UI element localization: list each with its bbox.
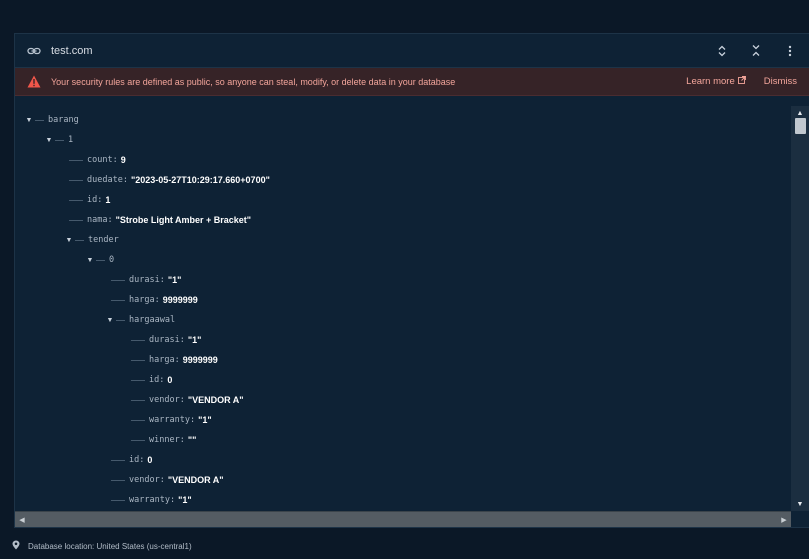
scroll-left-icon[interactable]: ◀ (15, 512, 29, 528)
tree-leaf[interactable]: warranty: "1" (131, 410, 212, 430)
tree-leaf[interactable]: durasi: "1" (111, 270, 181, 290)
tree-leaf[interactable]: nama: "Strobe Light Amber + Bracket" (69, 210, 251, 230)
tree-leaf[interactable]: durasi: "1" (131, 330, 201, 350)
database-panel: test.com Your security rules are defined… (14, 33, 809, 528)
scroll-down-icon[interactable]: ▼ (791, 497, 809, 511)
external-link-icon (737, 76, 746, 87)
collapse-caret-icon[interactable]: ▼ (86, 257, 94, 264)
tree-node[interactable]: ▼ 1 (45, 130, 76, 150)
collapse-caret-icon[interactable]: ▼ (45, 137, 53, 144)
tree-leaf[interactable]: vendor: "VENDOR A" (111, 470, 224, 490)
tree-leaf[interactable]: id: 0 (131, 370, 172, 390)
status-footer: Database location: United States (us-cen… (12, 540, 192, 552)
learn-more-link[interactable]: Learn more (686, 76, 746, 87)
warning-icon (27, 75, 41, 89)
link-icon (27, 44, 41, 58)
tree-node[interactable]: ▼ 0 (86, 250, 117, 270)
security-warning-banner: Your security rules are defined as publi… (15, 68, 809, 96)
scroll-right-icon[interactable]: ▶ (777, 512, 791, 528)
url-bar: test.com (15, 34, 809, 68)
tree-leaf[interactable]: winner: "" (131, 430, 196, 450)
tree-leaf[interactable]: id: 1 (69, 190, 110, 210)
tree-leaf[interactable]: harga: 9999999 (131, 350, 218, 370)
tree-leaf[interactable]: duedate: "2023-05-27T10:29:17.660+0700" (69, 170, 270, 190)
tree-leaf[interactable]: id: 0 (111, 450, 152, 470)
vertical-scrollbar[interactable]: ▲ ▼ (791, 106, 809, 511)
dismiss-button[interactable]: Dismiss (764, 76, 797, 87)
tree-node[interactable]: ▼ barang (25, 110, 82, 130)
collapse-caret-icon[interactable]: ▼ (106, 317, 114, 324)
toolbar (715, 44, 797, 58)
database-url[interactable]: test.com (51, 45, 93, 57)
expand-all-icon[interactable] (715, 44, 729, 58)
tree-node[interactable]: ▼ hargaawal (106, 310, 178, 330)
collapse-caret-icon[interactable]: ▼ (25, 117, 33, 124)
collapse-all-icon[interactable] (749, 44, 763, 58)
learn-more-label: Learn more (686, 76, 735, 87)
warning-actions: Learn more Dismiss (686, 76, 797, 87)
tree-leaf[interactable]: count: 9 (69, 150, 126, 170)
tree-leaf[interactable]: vendor: "VENDOR A" (131, 390, 244, 410)
horizontal-scrollbar[interactable]: ◀ ▶ (15, 511, 791, 527)
tree-leaf[interactable]: harga: 9999999 (111, 290, 198, 310)
collapse-caret-icon[interactable]: ▼ (65, 237, 73, 244)
database-location: Database location: United States (us-cen… (28, 541, 192, 551)
scrollbar-thumb[interactable] (795, 118, 806, 134)
location-pin-icon (12, 540, 20, 552)
tree-node[interactable]: ▼ tender (65, 230, 122, 250)
tree-leaf[interactable]: warranty: "1" (111, 490, 192, 510)
more-vert-icon[interactable] (783, 44, 797, 58)
warning-message: Your security rules are defined as publi… (51, 76, 456, 87)
data-tree: ▼ barang ▼ 1 count: 9 duedate: "2023-05-… (15, 106, 791, 511)
